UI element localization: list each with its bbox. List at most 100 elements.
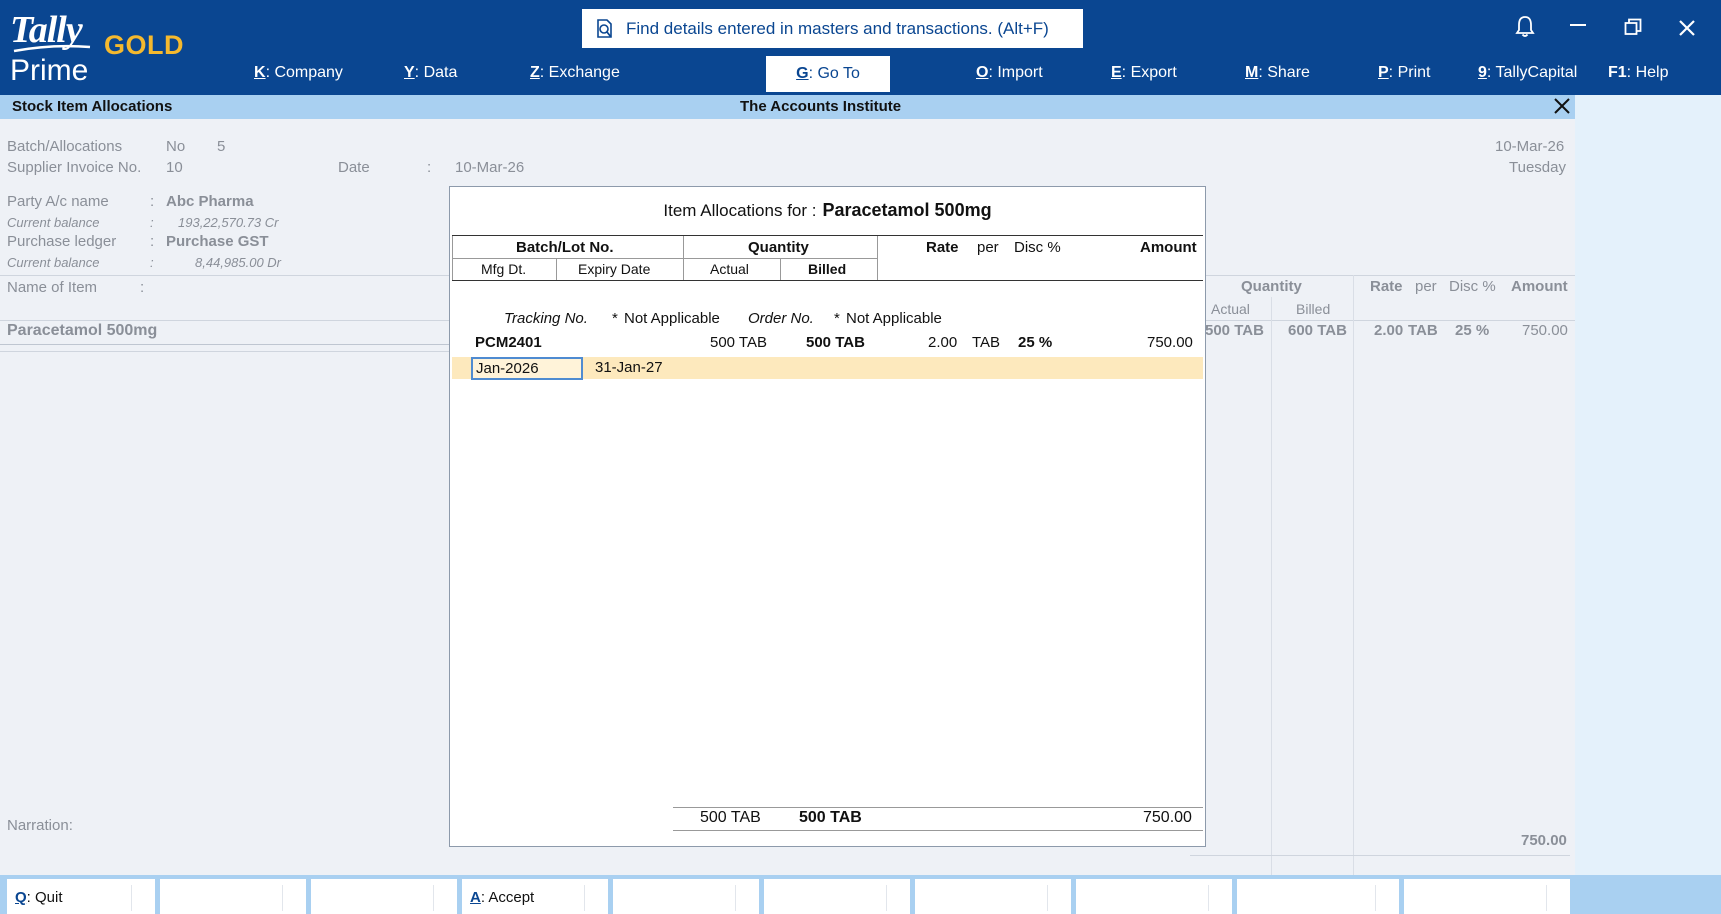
item-allocations-dialog: Item Allocations for : Paracetamol 500mg … [449, 186, 1206, 847]
dialog-item-name: Paracetamol 500mg [822, 200, 992, 220]
item-rate: 2.00 [1374, 322, 1404, 339]
total-amount: 750.00 [1521, 832, 1567, 849]
item-billed: 600 TAB [1288, 322, 1347, 339]
ledger-balance: 8,44,985.00 Dr [195, 255, 282, 270]
ledger-balance-colon: : [150, 255, 154, 270]
footer-slot-3[interactable] [311, 879, 457, 914]
footer-slot-10[interactable] [1404, 879, 1570, 914]
menu-company[interactable]: K: Company [254, 64, 343, 82]
row-actual[interactable]: 500 TAB [710, 334, 767, 351]
search-input[interactable]: Find details entered in masters and tran… [582, 9, 1083, 48]
item-amount: 750.00 [1522, 322, 1568, 339]
batch-value: No [166, 138, 186, 155]
menu-import[interactable]: O: Import [976, 64, 1043, 82]
party-label: Party A/c name [7, 193, 109, 210]
bell-icon[interactable] [1515, 14, 1535, 38]
row-per[interactable]: TAB [972, 334, 1000, 351]
col-billed: Billed [1296, 301, 1331, 317]
hdr-rate: Rate [926, 239, 959, 256]
close-icon[interactable] [1678, 19, 1696, 37]
hdr-mfg: Mfg Dt. [481, 261, 527, 277]
footer-slot-9[interactable] [1237, 879, 1399, 914]
footer-slot-5[interactable] [613, 879, 759, 914]
order-star: * [834, 310, 840, 327]
party-balance: 193,22,570.73 Cr [178, 215, 279, 230]
menu-share[interactable]: M: Share [1245, 64, 1310, 82]
mfg-date-input[interactable]: Jan-2026 [471, 357, 583, 380]
menu-print[interactable]: P: Print [1378, 64, 1430, 82]
order-label: Order No. [748, 310, 814, 327]
row-batch[interactable]: PCM2401 [475, 334, 542, 351]
name-of-item-label: Name of Item [7, 279, 98, 296]
screen-title-bar: Stock Item Allocations The Accounts Inst… [0, 95, 1575, 119]
ledger-balance-label: Current balance [7, 255, 100, 270]
menu-go-to[interactable]: G: Go To [766, 56, 890, 92]
ledger-value: Purchase GST [166, 233, 269, 250]
row-expiry[interactable]: 31-Jan-27 [595, 359, 663, 376]
footer-slot-8[interactable] [1076, 879, 1232, 914]
order-value[interactable]: Not Applicable [846, 310, 942, 327]
allocation-table-header: Batch/Lot No. Quantity Rate per Disc % A… [452, 235, 1203, 281]
quit-button[interactable]: Q: Quit [7, 879, 155, 914]
total-amount-modal: 750.00 [1143, 809, 1192, 826]
screen-title: Stock Item Allocations [12, 98, 173, 115]
menu-data[interactable]: Y: Data [404, 64, 457, 82]
row-disc[interactable]: 25 % [1018, 334, 1052, 351]
row-billed[interactable]: 500 TAB [806, 334, 865, 351]
col-disc: Disc % [1449, 278, 1496, 295]
search-placeholder: Find details entered in masters and tran… [626, 18, 1049, 38]
name-of-item-colon: : [140, 279, 145, 296]
item-per: TAB [1408, 322, 1438, 339]
party-colon: : [150, 193, 155, 210]
total-actual: 500 TAB [700, 809, 761, 826]
tracking-value[interactable]: Not Applicable [624, 310, 720, 327]
col-per: per [1415, 278, 1437, 295]
accept-button[interactable]: A: Accept [462, 879, 608, 914]
col-rate: Rate [1370, 278, 1403, 295]
search-icon [597, 18, 612, 38]
menu-help[interactable]: F1: Help [1608, 64, 1668, 82]
footer-slot-6[interactable] [764, 879, 910, 914]
close-screen-icon[interactable] [1553, 97, 1571, 115]
footer-slot-2[interactable] [160, 879, 306, 914]
menu-exchange[interactable]: Z: Exchange [530, 64, 620, 82]
batch-label: Batch/Allocations [7, 138, 123, 155]
tracking-star: * [612, 310, 618, 327]
ledger-label: Purchase ledger [7, 233, 117, 250]
row-amount[interactable]: 750.00 [1147, 334, 1193, 351]
logo-swoosh-icon [13, 44, 91, 53]
batch-number: 5 [217, 138, 226, 155]
hdr-batch: Batch/Lot No. [516, 239, 614, 256]
row-rate[interactable]: 2.00 [928, 334, 957, 351]
footer-slot-7[interactable] [915, 879, 1071, 914]
col-quantity: Quantity [1241, 278, 1302, 295]
restore-icon[interactable] [1624, 18, 1642, 36]
tracking-label: Tracking No. [504, 310, 588, 327]
date-label: Date [338, 159, 370, 176]
hdr-billed: Billed [808, 261, 847, 277]
dialog-title: Item Allocations for : Paracetamol 500mg [663, 200, 992, 220]
hdr-per: per [977, 239, 999, 256]
date-colon: : [427, 159, 432, 176]
supplier-invoice-label: Supplier Invoice No. [7, 159, 142, 176]
item-name: Paracetamol 500mg [7, 322, 158, 339]
col-amount: Amount [1511, 278, 1568, 295]
minimize-icon[interactable] [1569, 20, 1587, 30]
voucher-date: 10-Mar-26 [1495, 138, 1565, 155]
narration-label: Narration: [7, 817, 73, 834]
menu-tallycapital[interactable]: 9: TallyCapital [1478, 64, 1577, 82]
right-button-panel [1575, 95, 1721, 875]
party-value: Abc Pharma [166, 193, 254, 210]
top-header: Tally GOLD Prime Find details entered in… [0, 0, 1721, 95]
date-value: 10-Mar-26 [455, 159, 525, 176]
company-name: The Accounts Institute [740, 98, 902, 115]
logo-gold: GOLD [104, 30, 184, 60]
col-actual: Actual [1211, 301, 1250, 317]
menu-export[interactable]: E: Export [1111, 64, 1177, 82]
item-disc: 25 % [1455, 322, 1490, 339]
hdr-quantity: Quantity [748, 239, 809, 256]
total-billed: 500 TAB [799, 809, 862, 826]
voucher-day: Tuesday [1509, 159, 1566, 176]
logo-prime: Prime [10, 54, 89, 87]
party-balance-colon: : [150, 215, 154, 230]
